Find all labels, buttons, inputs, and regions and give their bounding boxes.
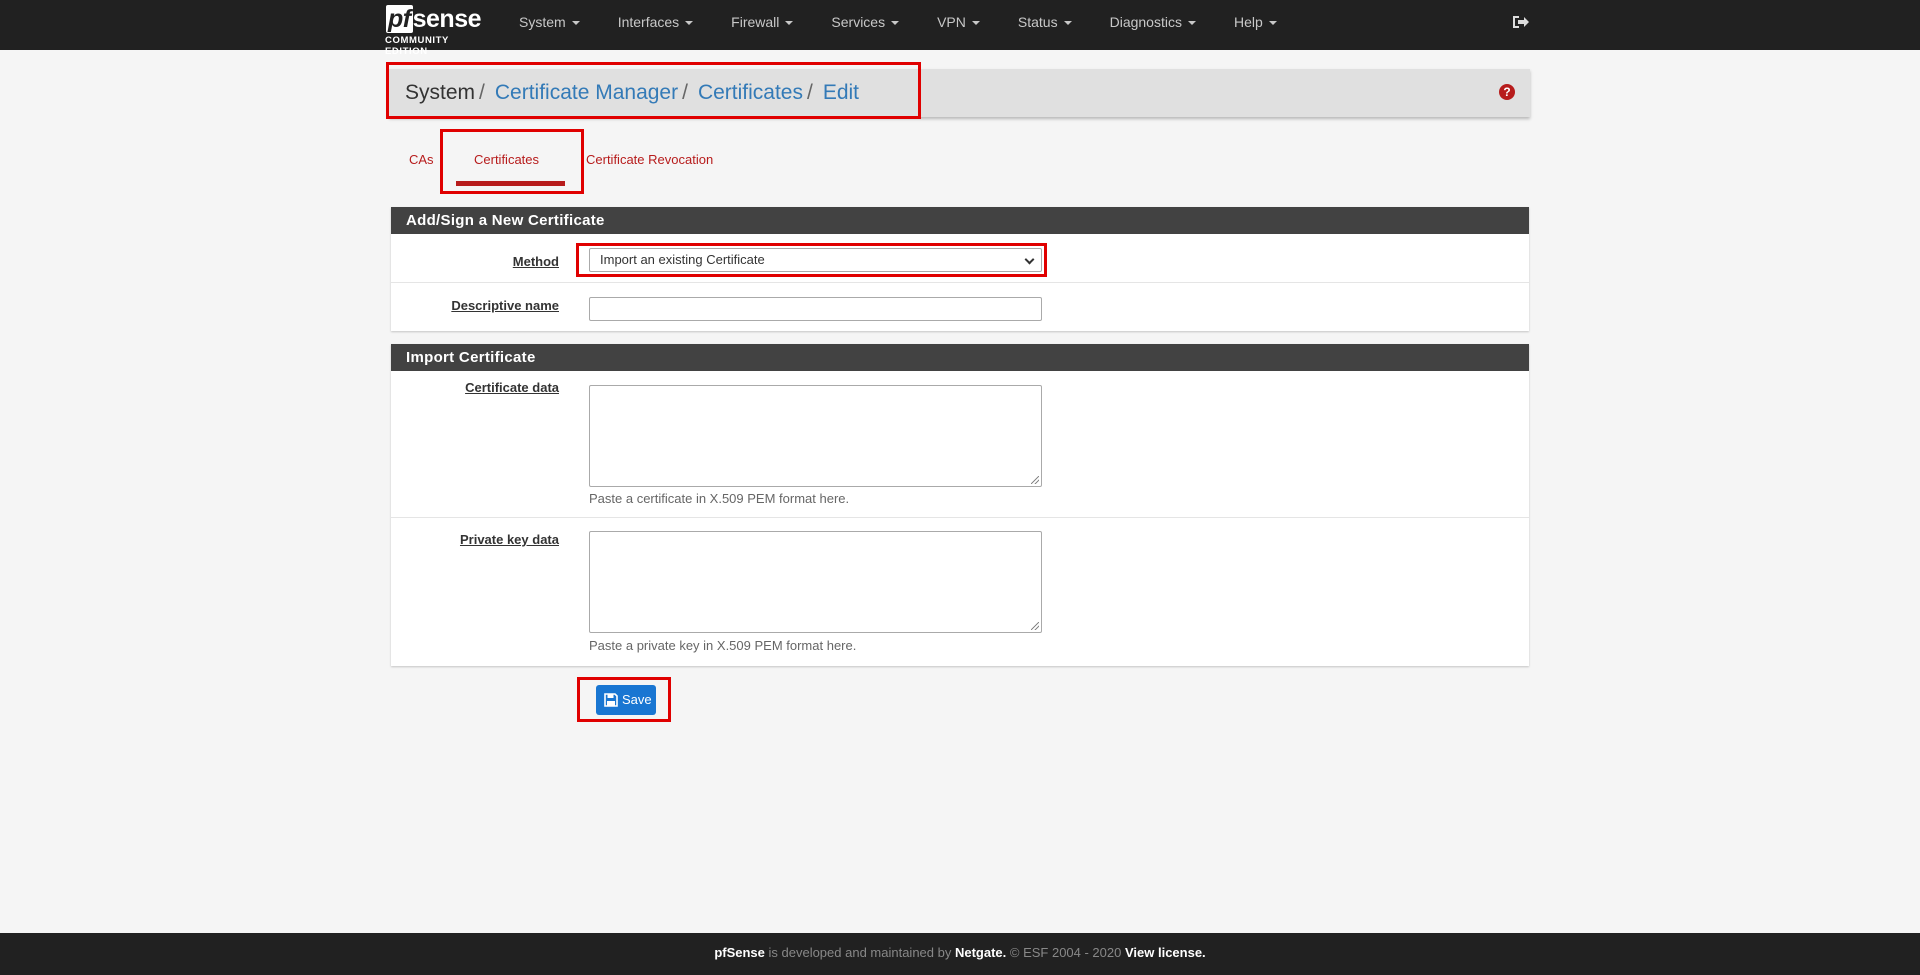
caret-down-icon (785, 21, 794, 26)
descr-label: Descriptive name (451, 298, 559, 313)
descr-row: Descriptive name (391, 283, 1529, 331)
footer-company: Netgate. (954, 945, 1007, 960)
cert-data-label: Certificate data (465, 380, 559, 395)
add-sign-panel: Add/Sign a New Certificate Method Import… (391, 207, 1529, 331)
key-data-row: Private key data Paste a private key in … (391, 518, 1529, 665)
breadcrumb-system: System (405, 81, 476, 104)
main-menu: System Interfaces Firewall Services VPN … (500, 0, 1296, 50)
save-button[interactable]: Save (596, 685, 656, 715)
breadcrumb-certificates[interactable]: Certificates (698, 81, 803, 104)
page-header: System / Certificate Manager / Certificates /… (389, 69, 1530, 117)
caret-down-icon (571, 21, 580, 26)
caret-down-icon (1268, 21, 1277, 26)
import-certificate-panel: Import Certificate Certificate data Past… (391, 344, 1529, 666)
panel-title: Import Certificate (391, 344, 1529, 371)
edition-label: COMMUNITY EDITION (385, 35, 449, 57)
caret-down-icon (685, 21, 694, 26)
breadcrumb-certificate-manager[interactable]: Certificate Manager (495, 81, 678, 104)
key-data-label: Private key data (459, 532, 559, 547)
nav-help[interactable]: Help (1215, 0, 1296, 50)
breadcrumb-edit[interactable]: Edit (823, 81, 859, 104)
cert-help-text: Paste a certificate in X.509 PEM format … (589, 491, 850, 506)
pfsense-logo[interactable]: pfsense COMMUNITY EDITION (384, 3, 494, 57)
caret-down-icon (1063, 21, 1072, 26)
private-key-textarea[interactable] (589, 531, 1042, 633)
breadcrumb: System / Certificate Manager / Certificates /… (405, 81, 860, 104)
nav-firewall[interactable]: Firewall (712, 0, 812, 50)
caret-down-icon (891, 21, 900, 26)
nav-diagnostics[interactable]: Diagnostics (1091, 0, 1215, 50)
nav-vpn[interactable]: VPN (918, 0, 999, 50)
key-help-text: Paste a private key in X.509 PEM format … (589, 638, 857, 653)
tab-cas[interactable]: CAs (409, 140, 434, 180)
method-row: Method Import an existing Certificate (391, 234, 1529, 283)
caret-down-icon (1187, 21, 1196, 26)
tab-certificates[interactable]: Certificates (474, 140, 539, 180)
descriptive-name-input[interactable] (589, 297, 1042, 321)
floppy-disk-icon (604, 693, 618, 707)
top-navbar: pfsense COMMUNITY EDITION System Interfa… (0, 0, 1920, 57)
nav-system[interactable]: System (500, 0, 599, 50)
nav-status[interactable]: Status (999, 0, 1091, 50)
view-license-link[interactable]: View license. (1125, 945, 1206, 960)
panel-title: Add/Sign a New Certificate (391, 207, 1529, 234)
method-label: Method (512, 254, 559, 270)
nav-services[interactable]: Services (812, 0, 918, 50)
footer-product: pfSense (714, 945, 765, 960)
certificate-data-textarea[interactable] (589, 385, 1042, 487)
sign-out-icon[interactable] (1512, 14, 1530, 30)
resize-handle[interactable] (1031, 622, 1039, 630)
resize-handle[interactable] (1031, 476, 1039, 484)
method-select[interactable]: Import an existing Certificate (589, 248, 1042, 272)
question-circle-icon[interactable]: ? (1499, 84, 1515, 100)
nav-interfaces[interactable]: Interfaces (599, 0, 712, 50)
cert-data-row: Certificate data Paste a certificate in … (391, 371, 1529, 518)
chevron-down-icon (1024, 254, 1035, 265)
page-footer: pfSense is developed and maintained by N… (0, 933, 1920, 975)
tab-certificate-revocation[interactable]: Certificate Revocation (586, 140, 713, 180)
active-tab-indicator (456, 181, 565, 186)
caret-down-icon (971, 21, 980, 26)
